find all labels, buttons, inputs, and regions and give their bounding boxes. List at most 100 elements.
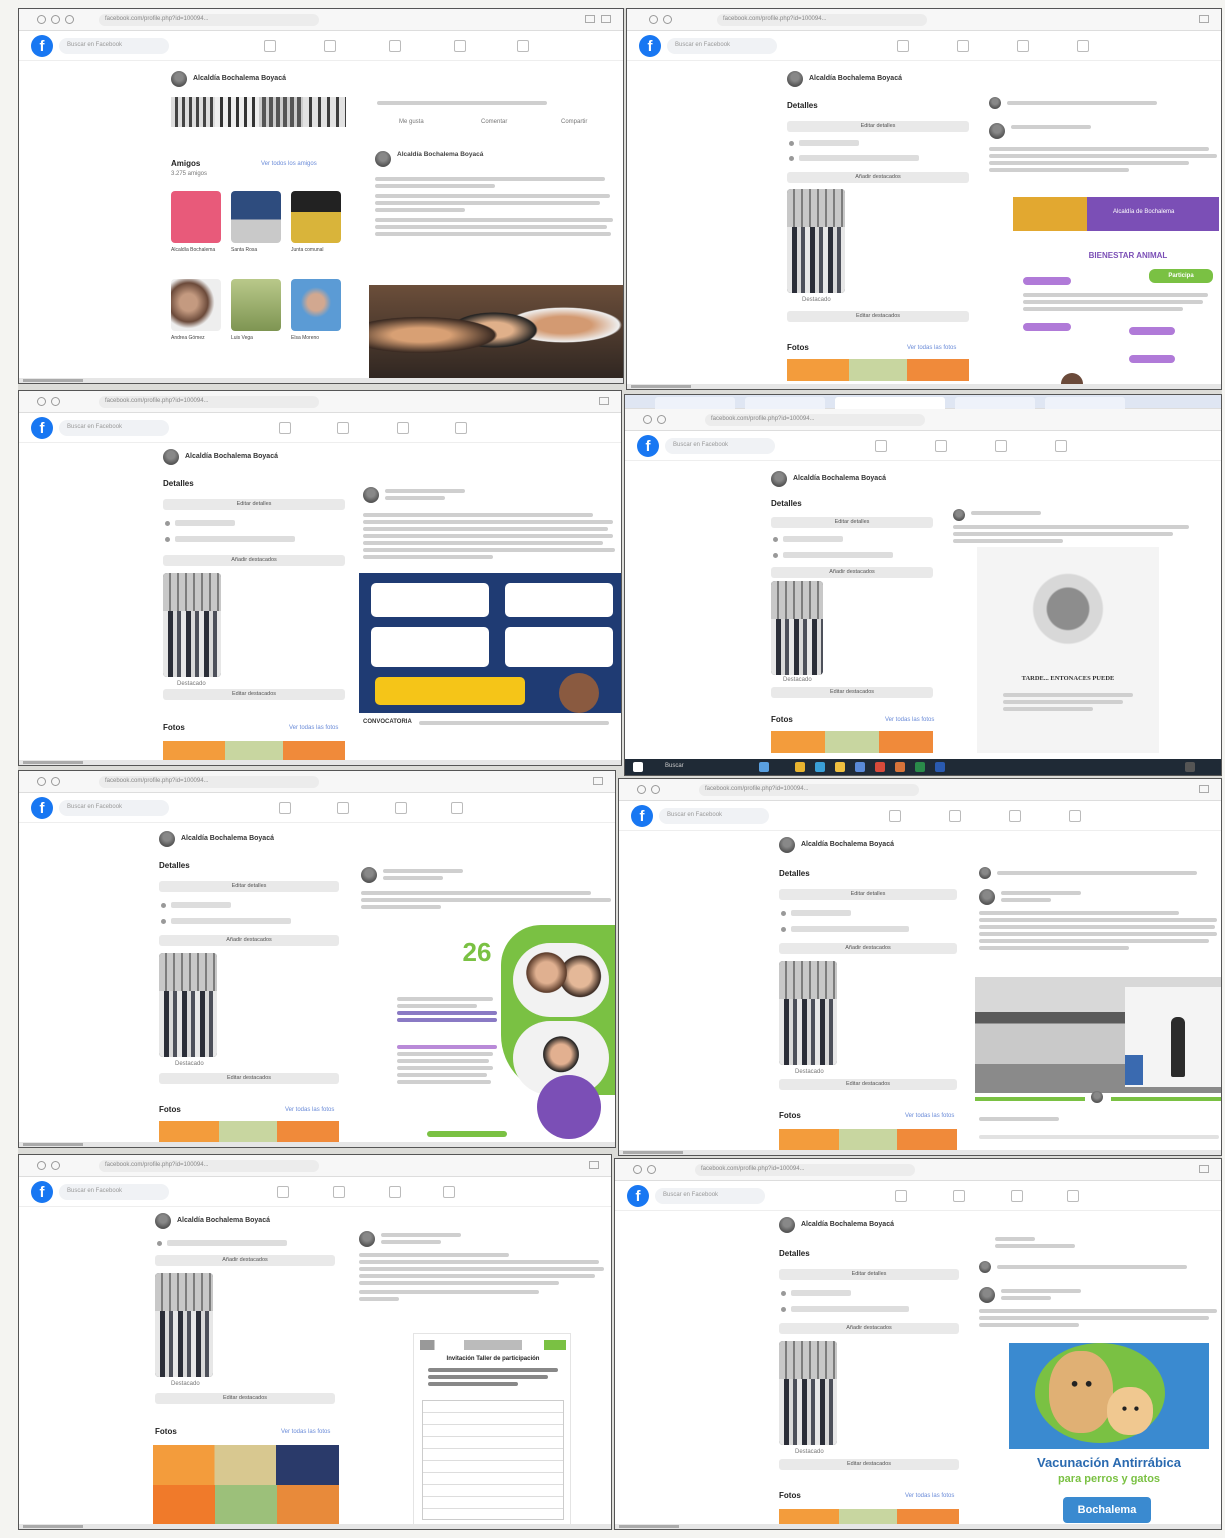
comment-row[interactable] (979, 1135, 1219, 1142)
address-bar[interactable]: facebook.com/profile.php?id=100094... (99, 776, 319, 788)
edit-details-button[interactable]: Editar detalles (163, 499, 345, 510)
add-featured-button[interactable]: Añadir destacados (771, 567, 933, 578)
add-featured-button[interactable]: Añadir destacados (163, 555, 345, 566)
profile-name[interactable]: Alcaldía Bochalema Boyacá (193, 75, 286, 82)
back-icon[interactable] (637, 785, 646, 794)
post-avatar[interactable] (375, 151, 391, 167)
address-bar[interactable]: facebook.com/profile.php?id=100094... (695, 1164, 915, 1176)
start-icon[interactable] (633, 762, 643, 772)
edit-details-button[interactable]: Editar detalles (779, 1269, 959, 1280)
horizontal-scrollbar[interactable] (619, 1150, 1221, 1155)
edit-featured-button[interactable]: Editar destacados (159, 1073, 339, 1084)
photo-strip[interactable] (787, 359, 969, 381)
comment-button[interactable]: Comentar (481, 119, 507, 125)
home-icon[interactable] (277, 1186, 289, 1198)
home-icon[interactable] (279, 422, 291, 434)
friend-tile[interactable] (231, 279, 281, 331)
add-featured-button[interactable]: Añadir destacados (159, 935, 339, 946)
friend-tile[interactable] (171, 279, 221, 331)
avatar[interactable] (771, 471, 787, 487)
groups-icon[interactable] (1017, 40, 1029, 52)
reload-icon[interactable] (65, 15, 74, 24)
add-featured-button[interactable]: Añadir destacados (787, 172, 969, 183)
profile-row[interactable]: Alcaldía Bochalema Boyacá (163, 449, 363, 467)
like-button[interactable]: Me gusta (399, 119, 424, 125)
scrollbar-thumb[interactable] (23, 761, 83, 764)
edit-featured-button[interactable]: Editar destacados (779, 1459, 959, 1470)
video-icon[interactable] (957, 40, 969, 52)
see-all-photos-link[interactable]: Ver todas las fotos (905, 1113, 954, 1119)
scrollbar-thumb[interactable] (23, 379, 83, 382)
friend-tile[interactable] (171, 191, 221, 243)
featured-photo[interactable] (163, 573, 221, 677)
search-input[interactable]: Buscar en Facebook (59, 420, 169, 436)
excel-icon[interactable] (915, 762, 925, 772)
scrollbar-thumb[interactable] (631, 385, 691, 388)
add-featured-button[interactable]: Añadir destacados (779, 1323, 959, 1334)
friend-name[interactable]: Elsa Moreno (291, 335, 341, 341)
post-photo[interactable] (369, 285, 623, 383)
word-icon[interactable] (935, 762, 945, 772)
facebook-logo-icon[interactable]: f (31, 1181, 53, 1203)
post-avatar[interactable] (359, 1231, 375, 1247)
back-icon[interactable] (633, 1165, 642, 1174)
groups-icon[interactable] (395, 802, 407, 814)
friend-tile[interactable] (231, 191, 281, 243)
gaming-icon[interactable] (443, 1186, 455, 1198)
back-icon[interactable] (37, 777, 46, 786)
post-graphic[interactable] (359, 573, 621, 713)
horizontal-scrollbar[interactable] (19, 1142, 615, 1147)
groups-icon[interactable] (1011, 1190, 1023, 1202)
close-icon[interactable] (1199, 785, 1209, 793)
friend-name[interactable]: Santa Rosa (231, 247, 281, 253)
edit-details-button[interactable]: Editar detalles (779, 889, 957, 900)
profile-name[interactable]: Alcaldía Bochalema Boyacá (801, 1221, 894, 1228)
close-icon[interactable] (1199, 15, 1209, 23)
see-all-friends-link[interactable]: Ver todos los amigos (261, 161, 317, 167)
back-icon[interactable] (37, 1161, 46, 1170)
facebook-logo-icon[interactable]: f (31, 35, 53, 57)
back-icon[interactable] (649, 15, 658, 24)
gaming-icon[interactable] (1077, 40, 1089, 52)
address-bar[interactable]: facebook.com/profile.php?id=100094... (705, 414, 925, 426)
profile-name[interactable]: Alcaldía Bochalema Boyacá (177, 1217, 270, 1224)
profile-row[interactable]: Alcaldía Bochalema Boyacá (771, 471, 971, 489)
horizontal-scrollbar[interactable] (19, 1524, 611, 1529)
groups-icon[interactable] (397, 422, 409, 434)
groups-icon[interactable] (1009, 810, 1021, 822)
edit-featured-button[interactable]: Editar destacados (155, 1393, 335, 1404)
profile-name[interactable]: Alcaldía Bochalema Boyacá (809, 75, 902, 82)
profile-name[interactable]: Alcaldía Bochalema Boyacá (801, 841, 894, 848)
profile-row[interactable]: Alcaldía Bochalema Boyacá (159, 831, 359, 849)
post-graphic[interactable]: TARDE... ENTONACES PUEDE (977, 547, 1159, 753)
post-avatar[interactable] (989, 123, 1005, 139)
photo-strip[interactable] (771, 731, 933, 753)
mail-icon[interactable] (875, 762, 885, 772)
scrollbar-thumb[interactable] (623, 1151, 683, 1154)
groups-icon[interactable] (995, 440, 1007, 452)
horizontal-scrollbar[interactable] (615, 1524, 1221, 1529)
taskbar-search[interactable]: Buscar (665, 763, 684, 769)
post-photo[interactable] (975, 977, 1221, 1093)
gaming-icon[interactable] (517, 40, 529, 52)
photo-strip[interactable] (171, 97, 346, 127)
avatar[interactable] (155, 1213, 171, 1229)
friend-name[interactable]: Andrea Gómez (171, 335, 221, 341)
minimize-icon[interactable] (585, 15, 595, 23)
edit-details-button[interactable]: Editar detalles (159, 881, 339, 892)
post-graphic[interactable]: Alcaldía de Bochalema BIENESTAR ANIMAL P… (1013, 197, 1219, 389)
groups-icon[interactable] (389, 1186, 401, 1198)
gaming-icon[interactable] (1069, 810, 1081, 822)
facebook-logo-icon[interactable]: f (31, 797, 53, 819)
scrollbar-thumb[interactable] (23, 1143, 83, 1146)
post-avatar[interactable] (979, 867, 991, 879)
video-icon[interactable] (949, 810, 961, 822)
close-icon[interactable] (593, 777, 603, 785)
home-icon[interactable] (895, 1190, 907, 1202)
featured-photo[interactable] (779, 1341, 837, 1445)
photo-strip[interactable] (779, 1129, 957, 1151)
profile-row[interactable]: Alcaldía Bochalema Boyacá (787, 71, 987, 89)
explorer-icon[interactable] (835, 762, 845, 772)
avatar[interactable] (163, 449, 179, 465)
featured-photo[interactable] (159, 953, 217, 1057)
